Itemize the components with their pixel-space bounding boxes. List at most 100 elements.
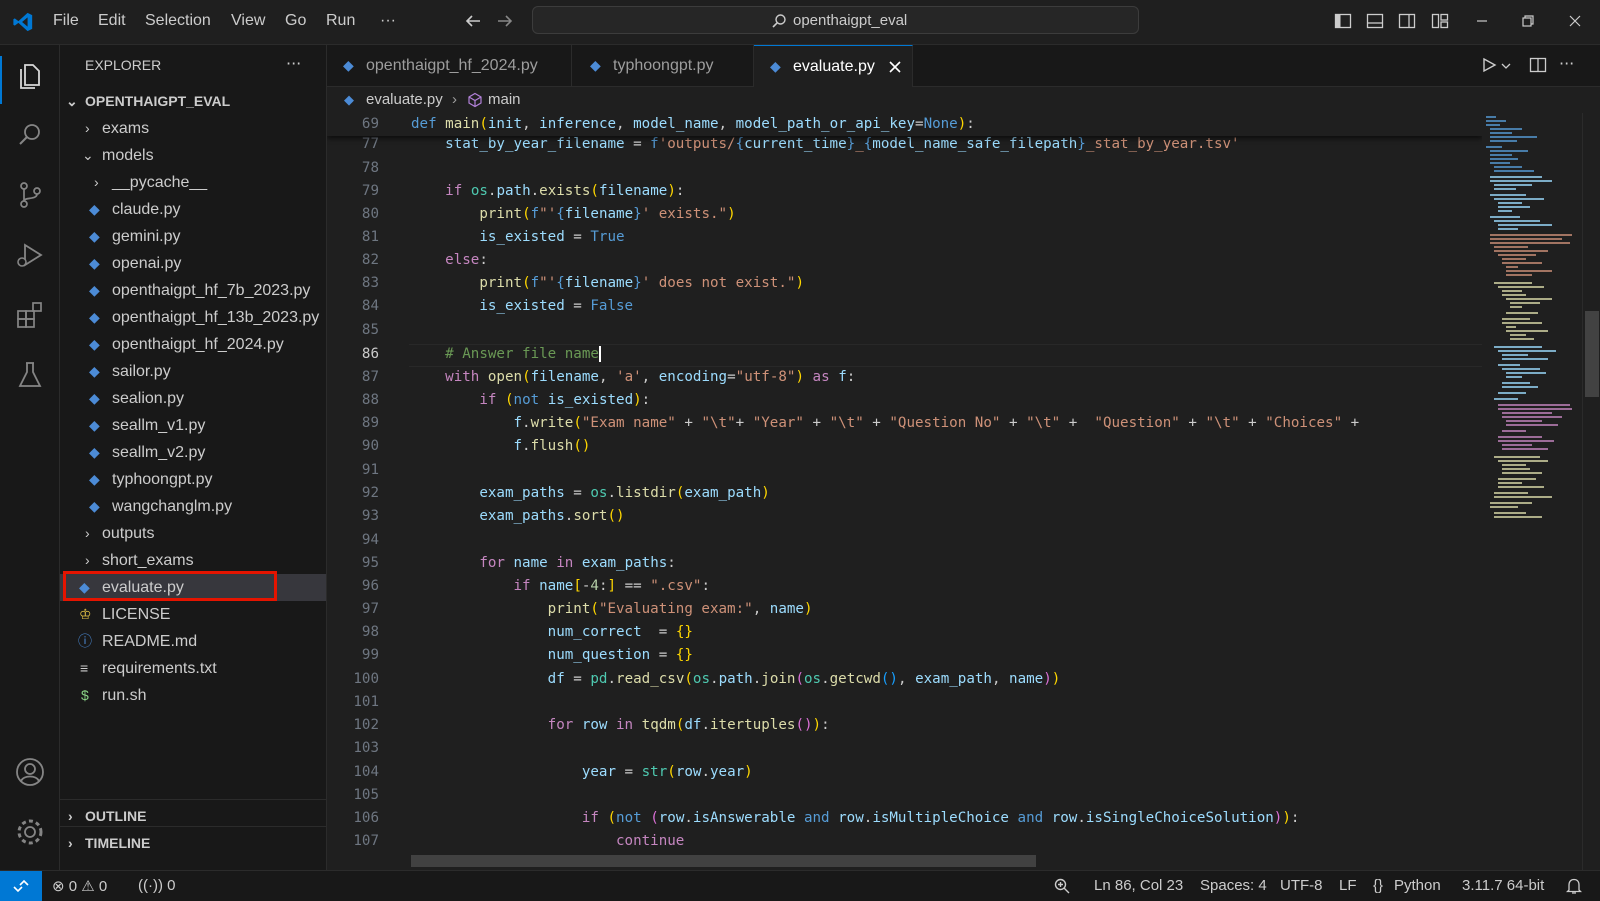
divider — [60, 826, 326, 827]
search-label: openthaigpt_eval — [793, 12, 908, 29]
python-file-icon: ◆ — [89, 363, 100, 379]
line-number: 97 — [361, 601, 379, 617]
timeline-section[interactable]: › TIMELINE — [60, 830, 326, 857]
run-debug-icon[interactable] — [13, 238, 47, 272]
close-tab-icon[interactable] — [888, 60, 902, 74]
zoom-icon[interactable] — [1053, 877, 1071, 895]
menu-selection[interactable]: Selection — [145, 12, 211, 30]
minimize-icon[interactable] — [1473, 12, 1491, 30]
tree-file[interactable]: ◆ typhoongpt.py — [60, 466, 326, 493]
line-number: 101 — [353, 694, 379, 710]
minimap[interactable] — [1482, 113, 1582, 870]
tree-folder-pycache[interactable]: › __pycache__ — [60, 169, 326, 196]
python-file-icon: ◆ — [89, 417, 100, 433]
toggle-primary-sidebar-icon[interactable] — [1334, 12, 1352, 30]
ports-count: 0 — [167, 877, 176, 894]
line-number: 92 — [361, 485, 379, 501]
tree-file[interactable]: ◆ openthaigpt_hf_13b_2023.py — [60, 304, 326, 331]
line-number: 93 — [361, 508, 379, 524]
command-center-search[interactable]: openthaigpt_eval — [532, 6, 1139, 34]
breadcrumb-file[interactable]: evaluate.py — [366, 87, 443, 113]
testing-icon[interactable] — [13, 358, 47, 392]
tree-folder-outputs[interactable]: › outputs — [60, 520, 326, 547]
menu-edit[interactable]: Edit — [98, 12, 126, 30]
breadcrumb-symbol[interactable]: main — [488, 87, 521, 113]
tree-file-selected[interactable]: ◆ evaluate.py — [60, 571, 326, 601]
tree-file[interactable]: ◆ openai.py — [60, 250, 326, 277]
tree-file[interactable]: ◆ wangchanglm.py — [60, 493, 326, 520]
python-interpreter[interactable]: 3.11.7 64-bit — [1462, 877, 1544, 894]
menu-file[interactable]: File — [53, 12, 79, 30]
problems-indicator[interactable]: ⊗ 0 ⚠ 0 — [52, 877, 107, 895]
end-of-line[interactable]: LF — [1339, 877, 1357, 894]
code-line: is_existed = True — [479, 229, 625, 245]
vertical-scrollbar[interactable] — [1582, 113, 1600, 870]
code-line: continue — [616, 833, 685, 849]
tree-file[interactable]: ◆ openthaigpt_hf_2024.py — [60, 331, 326, 358]
sidebar-more-button[interactable]: ··· — [286, 54, 301, 73]
menu-go[interactable]: Go — [285, 12, 306, 30]
menu-more[interactable]: ··· — [380, 12, 396, 30]
code-line: if os.path.exists(filename): — [445, 183, 685, 199]
line-number: 94 — [361, 532, 379, 548]
menu-view[interactable]: View — [231, 12, 265, 30]
tree-file[interactable]: ◆ seallm_v1.py — [60, 412, 326, 439]
split-editor-icon[interactable] — [1529, 56, 1547, 74]
code-line: f.write("Exam name" + "\t"+ "Year" + "\t… — [513, 415, 1360, 431]
tree-file[interactable]: ◆ sealion.py — [60, 385, 326, 412]
tree-folder-short-exams[interactable]: › short_exams — [60, 547, 326, 574]
tree-file[interactable]: ◆ claude.py — [60, 196, 326, 223]
python-file-icon: ◆ — [344, 92, 354, 107]
back-arrow-icon[interactable] — [464, 12, 482, 30]
notifications-bell-icon[interactable] — [1566, 877, 1582, 895]
tree-label: typhoongpt.py — [112, 471, 213, 488]
tree-file[interactable]: ◆ openthaigpt_hf_7b_2023.py — [60, 277, 326, 304]
customize-layout-icon[interactable] — [1431, 12, 1449, 30]
tree-file[interactable]: ♔ LICENSE — [60, 601, 326, 628]
tree-file[interactable]: $ run.sh — [60, 682, 326, 709]
tree-label: seallm_v1.py — [112, 417, 206, 434]
search-view-icon[interactable] — [13, 118, 47, 152]
horizontal-scrollbar-thumb[interactable] — [411, 855, 1036, 867]
accounts-icon[interactable] — [13, 755, 47, 789]
code-editor[interactable]: 69 def main(init, inference, model_name,… — [327, 113, 1482, 870]
chevron-down-icon: ⌄ — [82, 147, 94, 163]
restore-icon[interactable] — [1519, 12, 1537, 30]
ports-indicator[interactable]: ((·)) 0 — [138, 877, 176, 894]
chevron-down-icon[interactable] — [1501, 61, 1511, 71]
run-file-icon[interactable] — [1481, 57, 1497, 73]
explorer-icon[interactable] — [13, 58, 47, 92]
tree-file[interactable]: ◆ seallm_v2.py — [60, 439, 326, 466]
activity-bar — [0, 45, 60, 870]
forward-arrow-icon[interactable] — [496, 12, 514, 30]
workspace-root[interactable]: ⌄ OPENTHAIGPT_EVAL — [60, 88, 326, 115]
tree-file[interactable]: ⓘ README.md — [60, 628, 326, 655]
editor-more-button[interactable]: ··· — [1559, 54, 1574, 73]
toggle-panel-icon[interactable] — [1366, 12, 1384, 30]
tree-file[interactable]: ≡ requirements.txt — [60, 655, 326, 682]
tree-folder-exams[interactable]: › exams — [60, 115, 326, 142]
tab-evaluate[interactable]: ◆ evaluate.py — [754, 45, 913, 87]
close-window-icon[interactable] — [1566, 12, 1584, 30]
remote-indicator[interactable] — [0, 871, 42, 901]
tree-file[interactable]: ◆ gemini.py — [60, 223, 326, 250]
tree-label: openthaigpt_hf_13b_2023.py — [112, 309, 320, 326]
tree-file[interactable]: ◆ sailor.py — [60, 358, 326, 385]
sidebar-title: EXPLORER — [85, 57, 162, 73]
tab-label: typhoongpt.py — [613, 57, 714, 74]
toggle-secondary-sidebar-icon[interactable] — [1398, 12, 1416, 30]
language-mode[interactable]: Python — [1394, 877, 1441, 894]
python-file-icon: ◆ — [89, 282, 100, 298]
extensions-icon[interactable] — [13, 298, 47, 332]
error-icon: ⊗ — [52, 878, 65, 895]
encoding[interactable]: UTF-8 — [1280, 877, 1323, 894]
cursor-position[interactable]: Ln 86, Col 23 — [1094, 877, 1183, 894]
tab-openthaigpt-hf-2024[interactable]: ◆ openthaigpt_hf_2024.py — [327, 45, 572, 86]
tab-typhoongpt[interactable]: ◆ typhoongpt.py — [572, 45, 754, 86]
indentation[interactable]: Spaces: 4 — [1200, 877, 1267, 894]
scrollbar-thumb[interactable] — [1585, 311, 1599, 397]
source-control-icon[interactable] — [13, 178, 47, 212]
tree-folder-models[interactable]: ⌄ models — [60, 142, 326, 169]
settings-gear-icon[interactable] — [13, 815, 47, 849]
menu-run[interactable]: Run — [326, 12, 355, 30]
